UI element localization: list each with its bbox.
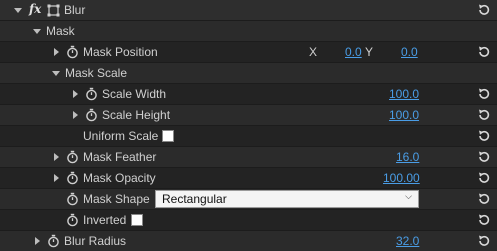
stopwatch-icon[interactable] [66,171,79,185]
scale-height-value[interactable]: 100.0 [389,108,419,122]
blur-radius-row: Blur Radius 32.0 [0,231,497,251]
mask-opacity-row: Mask Opacity 100.00 [0,168,497,189]
reset-icon[interactable] [477,234,491,248]
x-axis-label: X [309,45,318,59]
mask-position-x-value[interactable]: 0.0 [345,45,362,59]
reset-icon[interactable] [477,87,491,101]
expand-triangle-icon[interactable] [54,174,59,182]
uniform-scale-label: Uniform Scale [83,129,159,143]
stopwatch-icon[interactable] [66,150,79,164]
scale-width-value[interactable]: 100.0 [389,87,419,101]
stopwatch-icon[interactable] [85,108,98,122]
effect-controls-panel: fx Blur Mask Mask Position X 0.0 Y 0.0 M… [0,0,497,251]
mask-feather-label: Mask Feather [83,150,157,164]
effect-header-row[interactable]: fx Blur [0,0,497,21]
scale-width-row: Scale Width 100.0 [0,84,497,105]
effect-title: Blur [64,3,86,17]
reset-icon[interactable] [477,3,491,17]
mask-scale-label: Mask Scale [65,66,128,80]
expand-triangle-icon[interactable] [73,90,78,98]
reset-icon[interactable] [477,45,491,59]
scale-width-label: Scale Width [102,87,167,101]
mask-position-y-value[interactable]: 0.0 [401,45,418,59]
chevron-down-icon: ⌵ [405,191,412,201]
collapse-triangle-icon[interactable] [33,29,41,34]
reset-icon[interactable] [477,129,491,143]
inverted-row: Inverted [0,210,497,231]
stopwatch-icon[interactable] [66,213,79,227]
mask-feather-row: Mask Feather 16.0 [0,147,497,168]
blur-radius-value[interactable]: 32.0 [396,234,419,248]
reset-icon[interactable] [477,213,491,227]
uniform-scale-row: Uniform Scale [0,126,497,147]
inverted-label: Inverted [83,213,127,227]
inverted-checkbox[interactable] [131,214,143,226]
uniform-scale-checkbox[interactable] [162,130,174,142]
mask-opacity-label: Mask Opacity [83,171,156,185]
stopwatch-icon[interactable] [85,87,98,101]
reset-icon[interactable] [477,171,491,185]
collapse-triangle-icon[interactable] [52,71,60,76]
expand-triangle-icon[interactable] [54,153,59,161]
stopwatch-icon[interactable] [66,45,79,59]
mask-scale-row[interactable]: Mask Scale [0,63,497,84]
mask-feather-value[interactable]: 16.0 [396,150,419,164]
mask-position-label: Mask Position [83,45,158,59]
mask-group-row[interactable]: Mask [0,21,497,42]
reset-icon[interactable] [477,192,491,206]
transform-icon [47,4,60,17]
stopwatch-icon[interactable] [66,192,79,206]
scale-height-row: Scale Height 100.0 [0,105,497,126]
reset-icon[interactable] [477,108,491,122]
collapse-triangle-icon[interactable] [14,8,22,13]
mask-shape-label: Mask Shape [83,192,150,206]
reset-icon[interactable] [477,150,491,164]
mask-shape-dropdown[interactable]: Rectangular ⌵ [155,190,419,208]
mask-position-row: Mask Position X 0.0 Y 0.0 [0,42,497,63]
stopwatch-icon[interactable] [47,234,60,248]
expand-triangle-icon[interactable] [35,237,40,245]
y-axis-label: Y [365,45,374,59]
mask-shape-selected: Rectangular [162,192,227,206]
mask-opacity-value[interactable]: 100.00 [383,171,420,185]
blur-radius-label: Blur Radius [64,234,127,248]
fx-toggle[interactable]: fx [29,2,41,16]
expand-triangle-icon[interactable] [54,48,59,56]
scale-height-label: Scale Height [102,108,171,122]
expand-triangle-icon[interactable] [73,111,78,119]
mask-shape-row: Mask Shape Rectangular ⌵ [0,189,497,210]
mask-group-label: Mask [46,24,75,38]
